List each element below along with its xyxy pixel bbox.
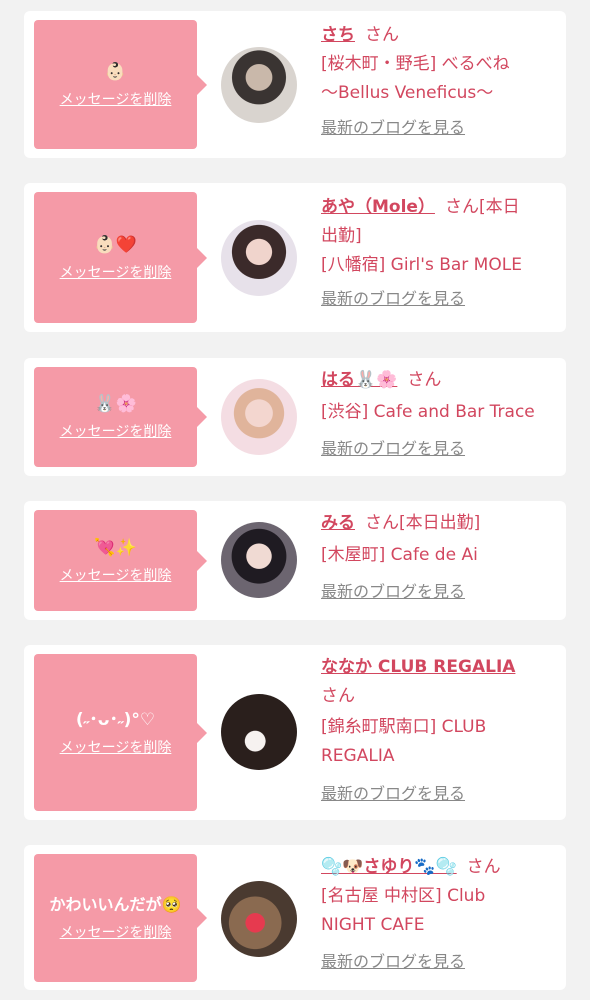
honorific: さん[本日出勤] — [365, 513, 481, 533]
latest-blog-link[interactable]: 最新のブログを見る — [321, 782, 556, 806]
message-card: 💘✨ メッセージを削除 みる さん[本日出勤] [木屋町] Cafe de Ai … — [24, 501, 566, 620]
shop-location: [錦糸町駅南口] CLUB — [321, 717, 487, 737]
shop-location: [八幡宿] Girl's Bar MOLE — [321, 255, 522, 275]
cast-name-link[interactable]: みる — [321, 513, 355, 533]
honorific: さん — [365, 25, 399, 45]
message-text: かわいいんだが🥺 — [49, 895, 182, 914]
cast-name-link[interactable]: 🫧🐶さゆり🐾🫧 — [321, 857, 457, 877]
honorific: さん[本日 — [444, 197, 520, 217]
latest-blog-link[interactable]: 最新のブログを見る — [321, 287, 556, 311]
honorific: さん — [466, 857, 501, 877]
message-bubble: 👶🏻❤️ メッセージを削除 — [34, 192, 207, 323]
honorific: さん — [321, 686, 355, 706]
cast-name-link[interactable]: さち — [321, 25, 355, 45]
cast-info: ななか CLUB REGALIA さん [錦糸町駅南口] CLUB REGALI… — [321, 653, 556, 806]
cast-info: さち さん [桜木町・野毛] べるべね 〜Bellus Veneficus〜 最新… — [321, 21, 556, 140]
avatar[interactable] — [221, 379, 297, 455]
shop-location: NIGHT CAFE — [321, 915, 425, 935]
message-text: 🐰🌸 — [94, 394, 137, 414]
message-card: かわいいんだが🥺 メッセージを削除 🫧🐶さゆり🐾🫧 さん [名古屋 中村区] Cl… — [24, 845, 566, 990]
delete-message-link[interactable]: メッセージを削除 — [60, 565, 172, 585]
avatar[interactable] — [221, 881, 297, 957]
shop-location: 〜Bellus Veneficus〜 — [321, 83, 494, 103]
delete-message-link[interactable]: メッセージを削除 — [60, 737, 172, 757]
latest-blog-link[interactable]: 最新のブログを見る — [321, 437, 556, 461]
avatar[interactable] — [221, 47, 297, 123]
cast-info: 🫧🐶さゆり🐾🫧 さん [名古屋 中村区] Club NIGHT CAFE 最新のブ… — [321, 853, 556, 974]
message-bubble: 👶🏻 メッセージを削除 — [34, 20, 207, 149]
shop-location: [渋谷] Cafe and Bar Trace — [321, 402, 535, 422]
message-bubble: 💘✨ メッセージを削除 — [34, 510, 207, 611]
cast-name-link[interactable]: ななか CLUB REGALIA — [321, 657, 515, 677]
avatar[interactable] — [221, 694, 297, 770]
cast-info: はる🐰🌸 さん [渋谷] Cafe and Bar Trace 最新のブログを見る — [321, 366, 556, 461]
shop-location: [桜木町・野毛] べるべね — [321, 54, 510, 74]
avatar[interactable] — [221, 522, 297, 598]
latest-blog-link[interactable]: 最新のブログを見る — [321, 116, 556, 140]
message-bubble: (˶･ᴗ･˶)°♡ メッセージを削除 — [34, 654, 207, 811]
cast-info: みる さん[本日出勤] [木屋町] Cafe de Ai 最新のブログを見る — [321, 509, 556, 604]
shop-location: [木屋町] Cafe de Ai — [321, 545, 478, 565]
message-card: 👶🏻 メッセージを削除 さち さん [桜木町・野毛] べるべね 〜Bellus V… — [24, 11, 566, 158]
attendance-status: 出勤] — [321, 226, 362, 246]
shop-location: REGALIA — [321, 746, 395, 766]
message-text: 👶🏻❤️ — [94, 234, 137, 255]
message-card: 👶🏻❤️ メッセージを削除 あや（Mole） さん[本日 出勤] [八幡宿] Gi… — [24, 183, 566, 332]
avatar[interactable] — [221, 220, 297, 296]
delete-message-link[interactable]: メッセージを削除 — [60, 421, 172, 441]
message-bubble: 🐰🌸 メッセージを削除 — [34, 367, 207, 467]
cast-info: あや（Mole） さん[本日 出勤] [八幡宿] Girl's Bar MOLE … — [321, 193, 556, 311]
delete-message-link[interactable]: メッセージを削除 — [60, 262, 172, 282]
cast-name-link[interactable]: あや（Mole） — [321, 197, 435, 217]
latest-blog-link[interactable]: 最新のブログを見る — [321, 950, 556, 974]
delete-message-link[interactable]: メッセージを削除 — [60, 89, 172, 109]
message-text: (˶･ᴗ･˶)°♡ — [75, 709, 156, 730]
message-text: 💘✨ — [94, 537, 137, 558]
honorific: さん — [407, 370, 442, 390]
message-card: (˶･ᴗ･˶)°♡ メッセージを削除 ななか CLUB REGALIA さん [… — [24, 645, 566, 820]
shop-location: [名古屋 中村区] Club — [321, 886, 486, 906]
message-bubble: かわいいんだが🥺 メッセージを削除 — [34, 854, 207, 982]
message-text: 👶🏻 — [104, 61, 127, 82]
latest-blog-link[interactable]: 最新のブログを見る — [321, 580, 556, 604]
cast-name-link[interactable]: はる🐰🌸 — [321, 370, 397, 390]
delete-message-link[interactable]: メッセージを削除 — [60, 922, 172, 942]
message-card: 🐰🌸 メッセージを削除 はる🐰🌸 さん [渋谷] Cafe and Bar Tra… — [24, 358, 566, 476]
